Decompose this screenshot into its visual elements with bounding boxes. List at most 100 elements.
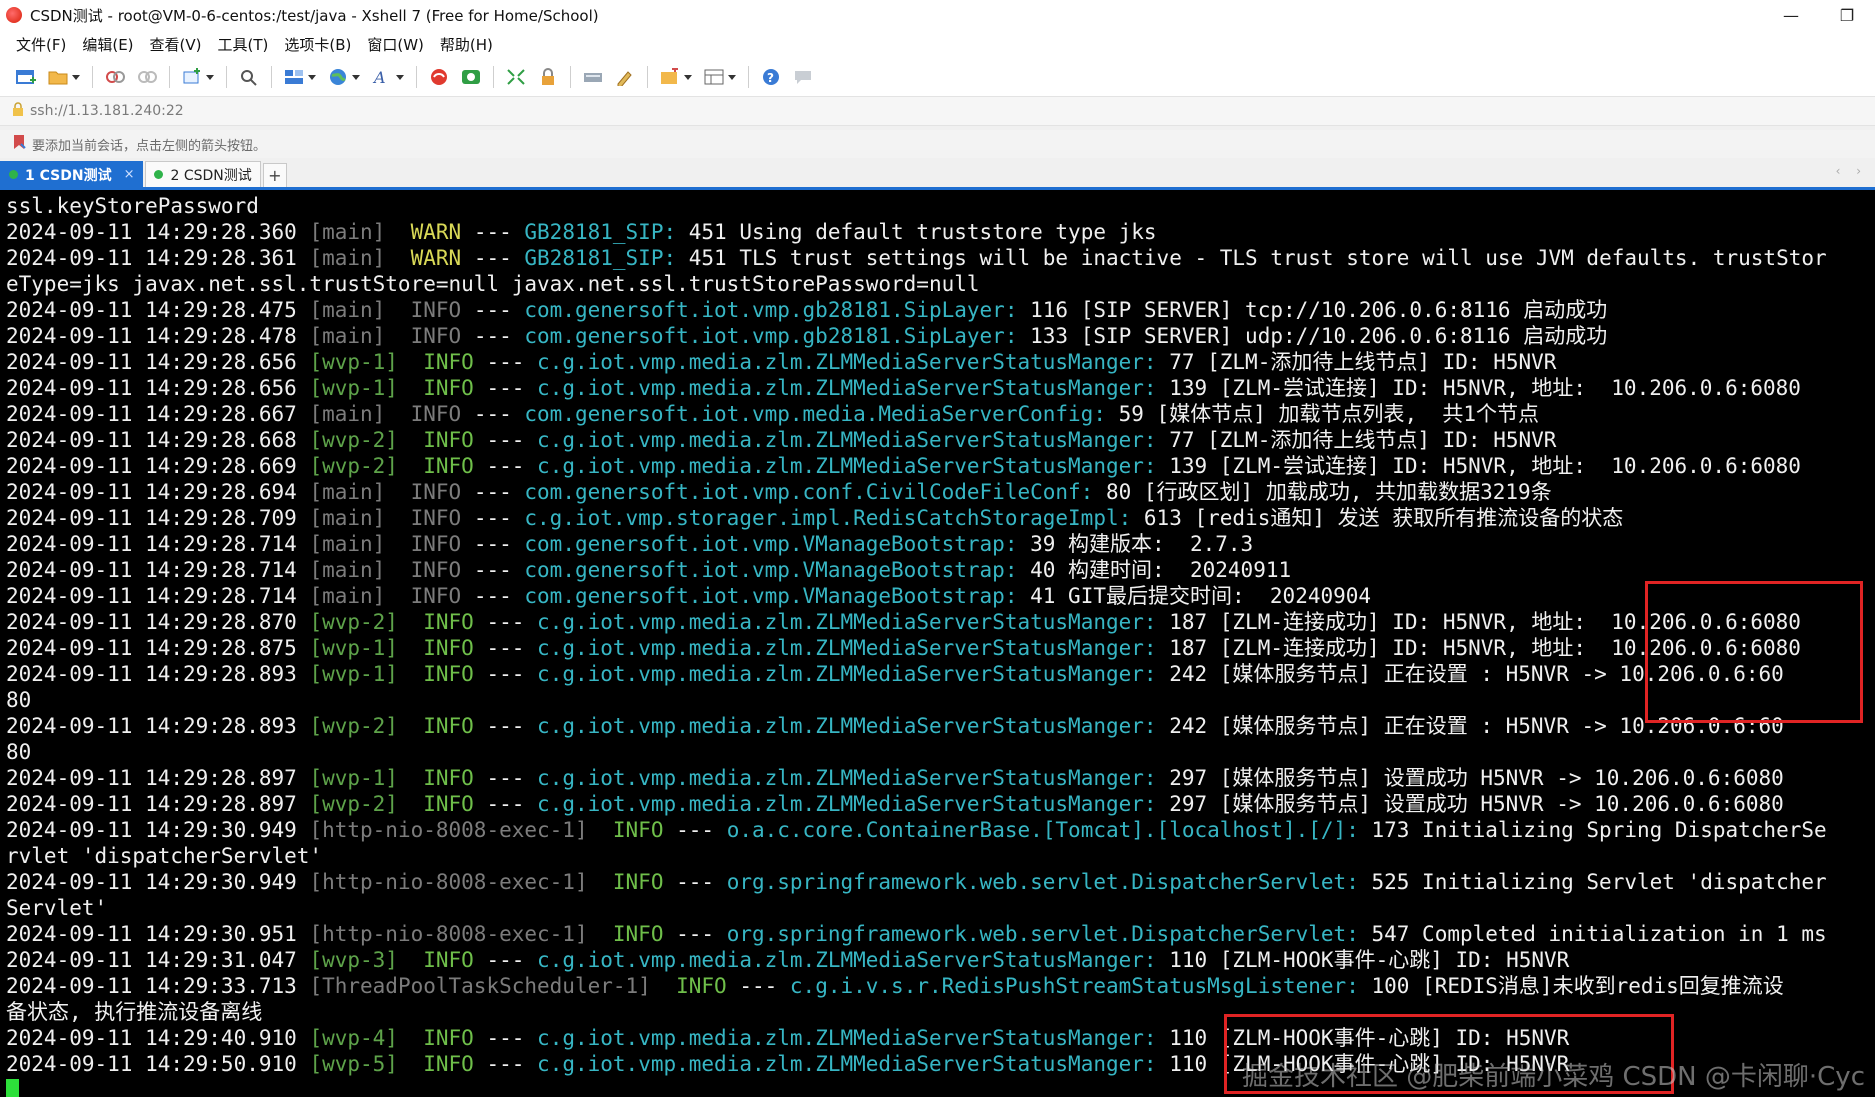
terminal-line: 2024-09-11 14:29:28.656 [wvp-1] INFO ---… — [6, 349, 1827, 375]
compose-icon[interactable] — [659, 66, 681, 88]
logger-name: c.g.iot.vmp.media.zlm.ZLMMediaServerStat… — [537, 376, 1170, 400]
menu-tools[interactable]: 工具(T) — [210, 34, 277, 55]
thread-name: [main] — [309, 402, 386, 426]
log-level-info: INFO — [423, 376, 474, 400]
log-text: ssl.keyStorePassword — [6, 194, 259, 218]
terminal-line: 2024-09-11 14:29:28.897 [wvp-2] INFO ---… — [6, 791, 1827, 817]
log-level-info: INFO — [423, 1052, 474, 1076]
connected-status-icon — [9, 170, 18, 179]
thread-name: [wvp-4] — [309, 1026, 398, 1050]
log-text: 2024-09-11 14:29:28.656 — [6, 350, 310, 374]
comment-icon[interactable] — [792, 66, 814, 88]
menu-view[interactable]: 查看(V) — [142, 34, 210, 55]
tab-session-2[interactable]: 2 CSDN测试 — [145, 161, 261, 187]
terminal-line: 2024-09-11 14:29:28.667 [main] INFO --- … — [6, 401, 1827, 427]
menu-bar: 文件(F) 编辑(E) 查看(V) 工具(T) 选项卡(B) 窗口(W) 帮助(… — [0, 30, 1875, 58]
log-text: --- — [473, 948, 538, 972]
add-tab-button[interactable]: + — [262, 163, 287, 187]
log-text: --- — [473, 454, 538, 478]
xshell-icon[interactable] — [428, 66, 450, 88]
new-session-icon[interactable] — [15, 66, 37, 88]
terminal-output[interactable]: ssl.keyStorePassword 2024-09-11 14:29:28.… — [0, 190, 1875, 1097]
globe-icon[interactable] — [327, 66, 349, 88]
log-text: --- — [461, 506, 525, 530]
logger-name: org.springframework.web.servlet.Dispatch… — [726, 922, 1372, 946]
menu-tabs[interactable]: 选项卡(B) — [276, 34, 359, 55]
log-text: --- — [473, 610, 538, 634]
menu-edit[interactable]: 编辑(E) — [74, 34, 141, 55]
menu-file[interactable]: 文件(F) — [8, 34, 74, 55]
log-text: --- — [461, 480, 525, 504]
log-text: --- — [461, 402, 525, 426]
log-text: 116 [SIP SERVER] tcp://10.206.0.6:8116 启… — [1030, 298, 1608, 322]
log-text: rvlet 'dispatcherServlet' — [6, 844, 323, 868]
log-text: 2024-09-11 14:29:31.047 — [6, 948, 310, 972]
terminal-line: 2024-09-11 14:29:28.475 [main] INFO --- … — [6, 297, 1827, 323]
log-text: 451 Using default truststore type jks — [688, 220, 1157, 244]
minimize-button[interactable]: — — [1763, 0, 1819, 30]
log-text: --- — [473, 792, 538, 816]
session-hint-bar: 要添加当前会话，点击左侧的箭头按钮。 — [0, 130, 1875, 158]
thread-name: [http-nio-8008-exec-1] — [309, 922, 588, 946]
tab-scroll-arrows[interactable]: ‹ › — [1836, 164, 1867, 178]
open-folder-dropdown-icon[interactable] — [72, 74, 80, 80]
keyboard-icon[interactable] — [582, 66, 604, 88]
log-text: 547 Completed initialization in 1 ms — [1371, 922, 1827, 946]
log-text: 2024-09-11 14:29:40.910 — [6, 1026, 310, 1050]
log-text: 139 [ZLM-尝试连接] ID: H5NVR, 地址: 10.206.0.6… — [1169, 376, 1801, 400]
disconnect-icon[interactable] — [136, 66, 158, 88]
terminal-line: 2024-09-11 14:29:28.668 [wvp-2] INFO ---… — [6, 427, 1827, 453]
logger-name: c.g.iot.vmp.media.zlm.ZLMMediaServerStat… — [537, 1026, 1170, 1050]
tile-dropdown-icon[interactable] — [728, 74, 736, 80]
terminal-line: 2024-09-11 14:29:28.714 [main] INFO --- … — [6, 531, 1827, 557]
xftp-icon[interactable] — [460, 66, 482, 88]
terminal-line: 2024-09-11 14:29:28.478 [main] INFO --- … — [6, 323, 1827, 349]
log-text: 80 — [6, 740, 32, 764]
menu-window[interactable]: 窗口(W) — [359, 34, 432, 55]
fullscreen-icon[interactable] — [505, 66, 527, 88]
lock-icon[interactable] — [537, 66, 559, 88]
font-icon[interactable]: A — [371, 66, 393, 88]
watermark-text-1: 掘金技术社区 @肥柴前端小菜鸡 — [1241, 1062, 1615, 1092]
tab-session-1[interactable]: 1 CSDN测试 × — [0, 161, 144, 187]
close-tab-icon[interactable]: × — [124, 167, 135, 182]
bookmark-arrow-icon[interactable] — [12, 134, 26, 154]
maximize-button[interactable]: ❐ — [1819, 0, 1875, 30]
script-icon[interactable] — [614, 66, 636, 88]
find-icon[interactable] — [238, 66, 260, 88]
layout-dropdown-icon[interactable] — [308, 74, 316, 80]
terminal-line: Servlet' — [6, 895, 1827, 921]
log-text: 2024-09-11 14:29:30.949 — [6, 870, 310, 894]
address-bar[interactable]: ssh://1.13.181.240:22 — [0, 96, 1875, 126]
help-icon[interactable]: ? — [760, 66, 782, 88]
log-level-info: INFO — [410, 584, 462, 608]
logger-name: com.genersoft.iot.vmp.VManageBootstrap: — [524, 558, 1031, 582]
tile-icon[interactable] — [703, 66, 725, 88]
terminal-line: 2024-09-11 14:29:28.669 [wvp-2] INFO ---… — [6, 453, 1827, 479]
log-text: 2024-09-11 14:29:28.668 — [6, 428, 310, 452]
open-folder-icon[interactable] — [47, 66, 69, 88]
globe-dropdown-icon[interactable] — [352, 74, 360, 80]
reconnect-icon[interactable] — [104, 66, 126, 88]
log-text: 2024-09-11 14:29:28.870 — [6, 610, 310, 634]
new-tab-dropdown-icon[interactable] — [206, 74, 214, 80]
terminal-line: 2024-09-11 14:29:30.951 [http-nio-8008-e… — [6, 921, 1827, 947]
layout-icon[interactable] — [283, 66, 305, 88]
compose-dropdown-icon[interactable] — [684, 74, 692, 80]
new-tab-icon[interactable] — [181, 66, 203, 88]
log-text: 2024-09-11 14:29:28.667 — [6, 402, 310, 426]
font-dropdown-icon[interactable] — [396, 74, 404, 80]
log-text: 451 TLS trust settings will be inactive … — [688, 246, 1827, 270]
menu-help[interactable]: 帮助(H) — [432, 34, 501, 55]
logger-name: com.genersoft.iot.vmp.VManageBootstrap: — [524, 532, 1031, 556]
